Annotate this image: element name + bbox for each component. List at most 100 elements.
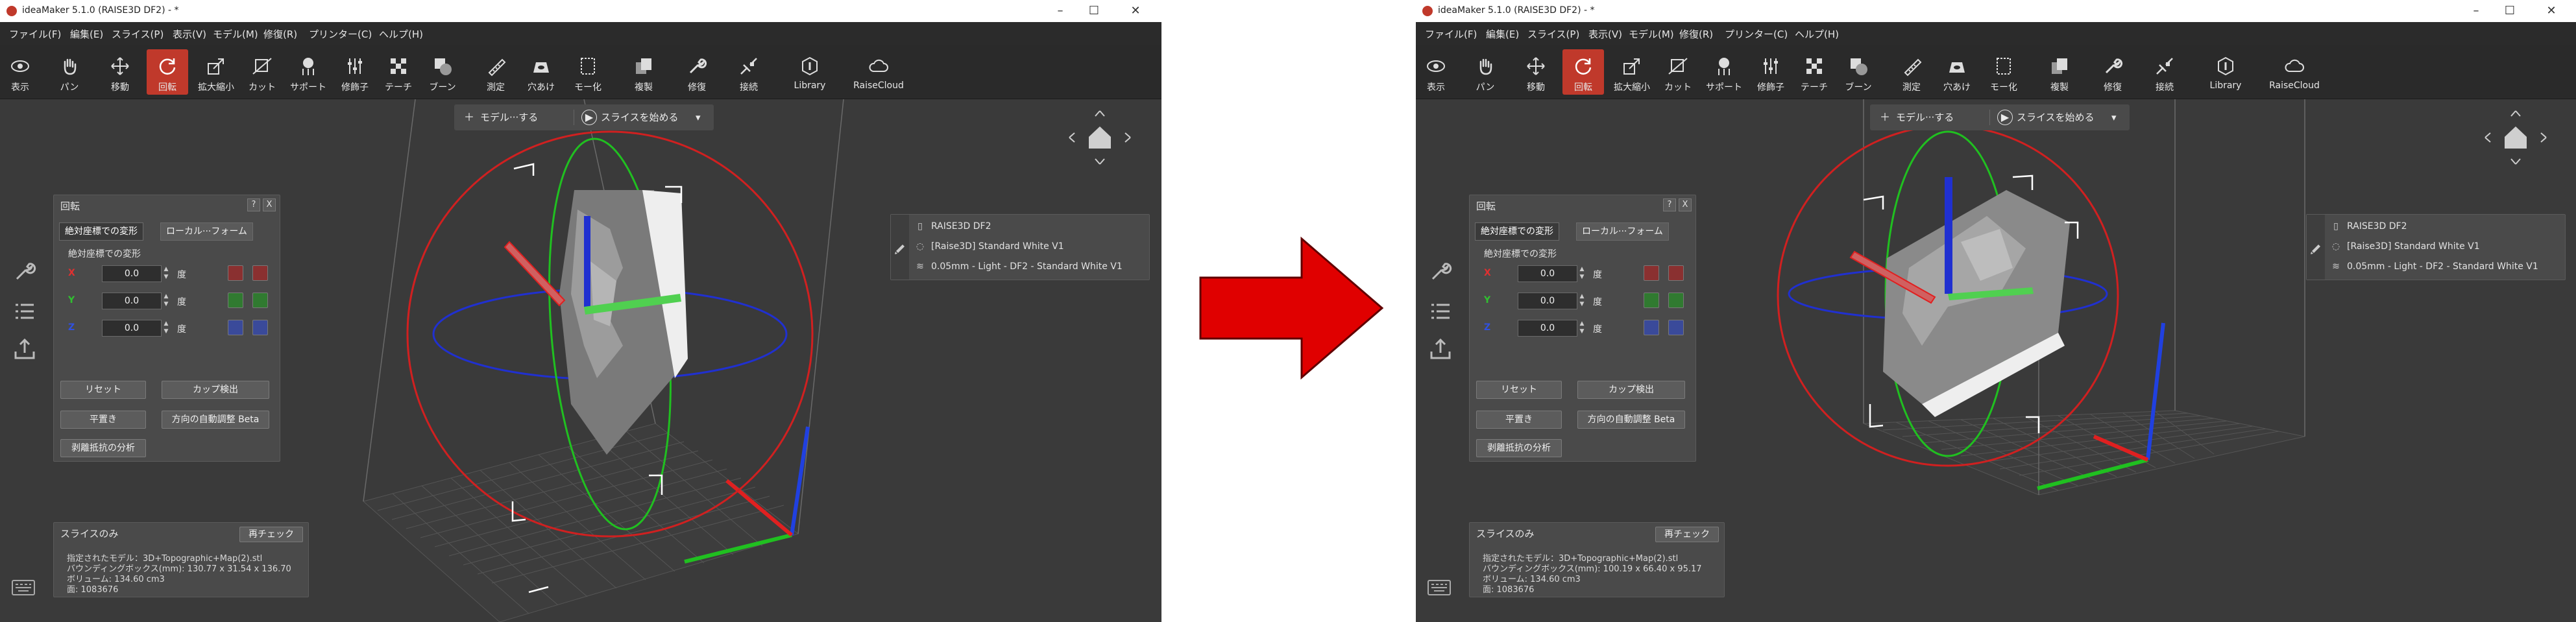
tool-view[interactable]: 表示 [1418,49,1453,95]
rotate-x-minus-button[interactable] [1644,265,1659,281]
export-icon[interactable] [1428,336,1453,362]
peel-analysis-button[interactable]: 剥離抵抗の分析 [60,439,146,457]
printer-profile[interactable]: ≋ 0.05mm - Light - DF2 - Standard White V… [2331,261,2538,272]
view-navigation[interactable] [1064,108,1136,167]
tool-move[interactable]: 移動 [1518,49,1553,95]
menu-model[interactable]: モデル(M) [1629,27,1674,41]
rotate-x-input[interactable]: 0.0 [1518,265,1577,282]
start-slice-button[interactable]: ▶ スライスを始める [1997,108,2095,126]
close-button[interactable]: ✕ [2538,3,2564,19]
tool-view[interactable]: 表示 [3,49,38,95]
menu-model[interactable]: モデル(M) [213,27,258,41]
menu-help[interactable]: ヘルプ(H) [379,27,423,41]
printer-name[interactable]: ▯ RAISE3D DF2 [916,221,991,232]
auto-orient-button[interactable]: 方向の自動調整 Beta [162,411,269,429]
reset-button[interactable]: リセット [60,381,146,399]
tool-boolean[interactable]: ブーン [424,49,461,95]
minimize-button[interactable]: – [2463,3,2489,19]
rotate-z-input[interactable]: 0.0 [102,320,162,337]
list-icon[interactable] [12,298,38,324]
tool-pan[interactable]: パン [52,49,87,95]
rotate-x-plus-button[interactable] [1668,265,1684,281]
tool-raisecloud[interactable]: RaiseCloud [2263,49,2326,95]
menu-slice[interactable]: スライス(P) [112,27,164,41]
start-slice-button[interactable]: ▶ スライスを始める [581,108,679,126]
printer-profile[interactable]: ≋ 0.05mm - Light - DF2 - Standard White V… [916,261,1123,272]
tool-hole[interactable]: 穴あけ [1938,49,1976,95]
rotate-y-plus-button[interactable] [252,293,268,308]
lay-flat-button[interactable]: 平置き [1476,411,1562,429]
menu-view[interactable]: 表示(V) [1588,27,1622,41]
rotate-y-plus-button[interactable] [1668,293,1684,308]
tool-texture[interactable]: テーチ [380,49,417,95]
cup-detect-button[interactable]: カップ検出 [162,381,269,399]
tool-support[interactable]: サポート [286,49,331,95]
menu-help[interactable]: ヘルプ(H) [1795,27,1839,41]
lay-flat-button[interactable]: 平置き [60,411,146,429]
close-button[interactable]: ✕ [1123,3,1148,19]
export-icon[interactable] [12,336,38,362]
menu-view[interactable]: 表示(V) [173,27,206,41]
menu-edit[interactable]: 編集(E) [1486,27,1519,41]
minimize-button[interactable]: – [1047,3,1073,19]
recheck-button[interactable]: 再チェック [239,527,303,542]
3d-viewport[interactable]: ＋モデル···する ▶ スライスを始める ▾ 回転 ? X 絶対座標での変形 ロー… [1416,99,2576,622]
tool-modifier[interactable]: 修飾子 [1751,49,1791,95]
edit-printer-button[interactable] [2307,215,2325,280]
tool-library[interactable]: Library [789,49,831,95]
rotate-y-minus-button[interactable] [1644,293,1659,308]
tool-model[interactable]: モー化 [1984,49,2023,95]
menu-slice[interactable]: スライス(P) [1527,27,1579,41]
spinner-arrows[interactable]: ▲ ▼ [162,320,170,335]
printer-name[interactable]: ▯ RAISE3D DF2 [2331,221,2407,232]
slice-dropdown-button[interactable]: ▾ [2111,108,2117,126]
menu-edit[interactable]: 編集(E) [70,27,103,41]
spinner-arrows[interactable]: ▲ ▼ [162,293,170,308]
spinner-arrows[interactable]: ▲ ▼ [1578,293,1586,308]
tab-local[interactable]: ローカル···フォーム [1576,222,1669,241]
rotate-y-minus-button[interactable] [228,293,243,308]
close-panel-button[interactable]: X [1679,198,1692,211]
tool-raisecloud[interactable]: RaiseCloud [847,49,910,95]
tool-cut[interactable]: カット [1660,49,1696,95]
menu-printer[interactable]: プリンター(C) [309,27,372,41]
tool-duplicate[interactable]: 複製 [2041,49,2078,95]
tool-texture[interactable]: テーチ [1796,49,1832,95]
spinner-arrows[interactable]: ▲ ▼ [162,265,170,281]
tool-rotate[interactable]: 回転 [1562,49,1604,95]
rotate-x-plus-button[interactable] [252,265,268,281]
tool-repair[interactable]: 修復 [2095,49,2131,95]
close-panel-button[interactable]: X [263,198,276,211]
help-button[interactable]: ? [247,198,260,211]
wrench-side-icon[interactable] [12,258,38,284]
3d-viewport[interactable]: ＋モデル···する ▶ スライスを始める ▾ 回転 ? X 絶対座標での変形 ロー… [0,99,1161,622]
rotate-y-input[interactable]: 0.0 [102,293,162,309]
menu-repair[interactable]: 修復(R) [1679,27,1713,41]
add-model-button[interactable]: ＋モデル···する [462,108,538,126]
auto-orient-button[interactable]: 方向の自動調整 Beta [1577,411,1685,429]
list-icon[interactable] [1428,298,1453,324]
tool-support[interactable]: サポート [1701,49,1747,95]
wrench-side-icon[interactable] [1428,258,1453,284]
menu-file[interactable]: ファイル(F) [1425,27,1477,41]
tool-repair[interactable]: 修復 [679,49,715,95]
reset-button[interactable]: リセット [1476,381,1562,399]
tool-boolean[interactable]: ブーン [1840,49,1877,95]
menu-file[interactable]: ファイル(F) [9,27,61,41]
spinner-arrows[interactable]: ▲ ▼ [1578,265,1586,281]
tab-absolute[interactable]: 絶対座標での変形 [59,222,143,241]
tool-measure[interactable]: 測定 [1893,49,1930,95]
tool-pan[interactable]: パン [1468,49,1503,95]
tool-cut[interactable]: カット [244,49,280,95]
menu-printer[interactable]: プリンター(C) [1725,27,1788,41]
tab-local[interactable]: ローカル···フォーム [160,222,253,241]
tool-scale[interactable]: 拡大縮小 [193,49,239,95]
rotate-x-minus-button[interactable] [228,265,243,281]
tool-duplicate[interactable]: 複製 [626,49,662,95]
tool-connect[interactable]: 接続 [2146,49,2183,95]
tool-modifier[interactable]: 修飾子 [335,49,375,95]
spinner-arrows[interactable]: ▲ ▼ [1578,320,1586,335]
tool-scale[interactable]: 拡大縮小 [1609,49,1655,95]
view-navigation[interactable] [2480,108,2551,167]
edit-printer-button[interactable] [891,215,909,280]
